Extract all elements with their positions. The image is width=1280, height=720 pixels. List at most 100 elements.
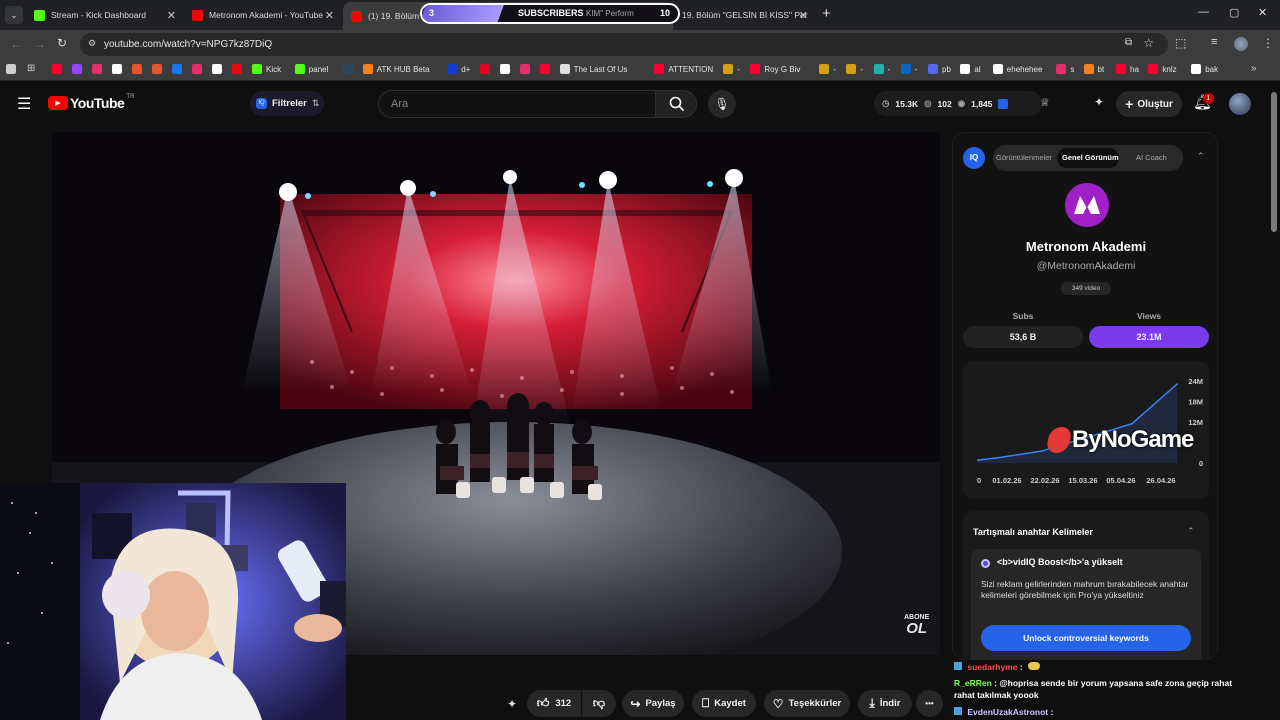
bookmark-star-icon[interactable]: ☆ [1143, 36, 1154, 50]
bookmark-favicon-icon [654, 64, 665, 74]
vidiq-filters-button[interactable]: IQ Filtreler ⇅ [250, 91, 324, 116]
bookmark-item[interactable]: d+ [447, 64, 470, 74]
search-button[interactable] [655, 90, 697, 118]
bookmark-item[interactable]: Roy G Biv [750, 64, 800, 74]
hamburger-menu-icon[interactable]: ☰ [17, 94, 31, 114]
close-window-icon[interactable]: ✕ [1258, 6, 1267, 19]
vidiq-small-icon[interactable] [998, 98, 1009, 109]
tab-groups-icon[interactable]: ⊞ [27, 63, 35, 74]
browser-tab[interactable]: Metronom Akademi - YouTube ✕ [184, 4, 338, 26]
bookmark-item[interactable]: al [960, 64, 981, 74]
bookmark-item[interactable] [152, 64, 166, 74]
youtube-logo[interactable]: ▶ YouTube TR [48, 94, 134, 111]
site-info-icon[interactable]: ⚙ [88, 38, 96, 49]
address-bar[interactable]: ⚙ youtube.com/watch?v=NPG7kz87DiQ ⧉ ☆ [80, 33, 1168, 56]
bookmark-label: - [737, 64, 740, 74]
download-button[interactable]: ⤓ İndir [858, 690, 912, 717]
bookmark-item[interactable] [539, 64, 554, 74]
channel-name[interactable]: Metronom Akademi [953, 239, 1219, 254]
forward-icon[interactable]: → [34, 37, 46, 51]
bookmark-item[interactable] [172, 64, 186, 74]
more-actions-button[interactable]: ••• [916, 690, 943, 717]
scrollbar-thumb[interactable] [1271, 92, 1277, 232]
bookmark-item[interactable]: panel [294, 64, 328, 74]
panel-tab-overview[interactable]: Genel Görünüm [1062, 153, 1119, 162]
create-button[interactable]: + Oluştur [1116, 91, 1182, 117]
bookmark-item[interactable]: The Last Of Us [559, 64, 627, 74]
bookmark-item[interactable] [342, 64, 357, 74]
bookmark-item[interactable]: - [873, 64, 890, 74]
panel-tab-ai-coach[interactable]: AI Coach [1136, 153, 1167, 162]
bookmark-item[interactable] [72, 64, 86, 74]
bookmark-item[interactable]: ha [1116, 64, 1139, 74]
reload-icon[interactable]: ↻ [57, 36, 67, 50]
vidiq-trophy-icon[interactable]: ♕ [1040, 96, 1050, 109]
dislike-button[interactable]: 👎︎ [582, 690, 616, 717]
bookmark-item[interactable]: - [723, 64, 740, 74]
save-button[interactable]: ⎕ Kaydet [692, 690, 756, 717]
bookmark-item[interactable]: knlz [1148, 64, 1177, 74]
tab-title-behind-overlay: KIM" Perform [586, 9, 634, 18]
bookmark-item[interactable]: ATTENTION [654, 64, 713, 74]
extensions-icon[interactable]: ⬚ [1175, 36, 1186, 50]
bookmark-item[interactable]: bt [1083, 64, 1104, 74]
bynogame-logo-icon [1045, 427, 1073, 453]
browser-tab[interactable]: Stream - Kick Dashboard ✕ [26, 4, 180, 26]
bookmark-label: Kick [266, 64, 282, 74]
bookmark-item[interactable]: - [819, 64, 836, 74]
bookmark-item[interactable]: bak [1191, 64, 1218, 74]
apps-icon[interactable] [6, 64, 16, 74]
bookmark-item[interactable]: s [1056, 64, 1074, 74]
bookmark-item[interactable]: - [846, 64, 863, 74]
minimize-icon[interactable]: — [1198, 6, 1209, 18]
tab-close-icon[interactable]: ✕ [325, 9, 334, 22]
page-scrollbar[interactable] [1270, 86, 1278, 720]
voice-search-button[interactable]: 🎙 [708, 90, 736, 118]
bookmark-item[interactable] [519, 64, 534, 74]
section-collapse-icon[interactable]: ⌃ [1187, 526, 1195, 537]
reading-list-icon[interactable]: ≡ [1211, 36, 1217, 48]
vidiq-action-icon[interactable]: ✦ [507, 697, 517, 711]
tab-close-icon[interactable]: ✕ [799, 9, 808, 22]
more-bookmarks-icon[interactable]: » [1251, 63, 1257, 74]
account-avatar[interactable] [1229, 93, 1251, 115]
search-input[interactable]: Ara [378, 90, 656, 118]
subs-value-button[interactable]: 53,6 B [963, 326, 1083, 348]
bookmark-item[interactable]: Kick [252, 64, 281, 74]
bookmark-item[interactable] [192, 64, 206, 74]
chat-message: suedarhyme : [954, 662, 1041, 672]
panel-tab-views[interactable]: Görüntülenmeler [996, 153, 1052, 162]
bookmark-item[interactable] [499, 64, 514, 74]
collapse-chevron-icon[interactable]: ⌃ [1197, 151, 1205, 162]
browser-menu-icon[interactable]: ⋮ [1262, 36, 1274, 50]
bookmark-item[interactable] [232, 64, 246, 74]
tab-close-icon[interactable]: ✕ [167, 9, 176, 22]
like-button[interactable]: 👍︎ 312 [527, 690, 581, 717]
subscribe-watermark[interactable]: ABONE OL [904, 614, 929, 636]
bookmark-item[interactable]: pb [928, 64, 951, 74]
share-button[interactable]: ↪ Paylaş [622, 690, 684, 717]
new-tab-button[interactable]: + [822, 5, 831, 22]
bookmark-item[interactable]: ehehehee [992, 64, 1042, 74]
bookmark-item[interactable] [92, 64, 106, 74]
views-value-button[interactable]: 23.1M [1089, 326, 1209, 348]
bookmark-favicon-icon [1056, 64, 1067, 74]
back-icon[interactable]: ← [10, 37, 22, 51]
bookmark-item[interactable] [112, 64, 126, 74]
browser-tab[interactable]: 19. Bölüm "GELSİN Bİ KİSS" Per ✕ [676, 4, 812, 26]
bookmark-item[interactable] [479, 64, 494, 74]
bookmark-item[interactable] [212, 64, 226, 74]
video-comments: 102 [937, 98, 952, 109]
maximize-icon[interactable]: ▢ [1229, 6, 1239, 19]
profile-avatar[interactable] [1234, 37, 1248, 51]
unlock-keywords-button[interactable]: Unlock controversial keywords [981, 625, 1191, 651]
vidiq-extra-icon[interactable]: ✦ [1094, 95, 1104, 109]
cast-icon[interactable]: ⧉ [1125, 37, 1132, 48]
thanks-button[interactable]: ♡ Teşekkürler [764, 690, 850, 717]
channel-avatar[interactable] [1065, 183, 1109, 227]
bookmark-item[interactable] [52, 64, 66, 74]
bookmark-item[interactable]: - [900, 64, 917, 74]
tab-search-button[interactable]: ⌄ [5, 6, 23, 24]
bookmark-item[interactable]: ATK HUB Beta [362, 64, 430, 74]
bookmark-item[interactable] [132, 64, 146, 74]
